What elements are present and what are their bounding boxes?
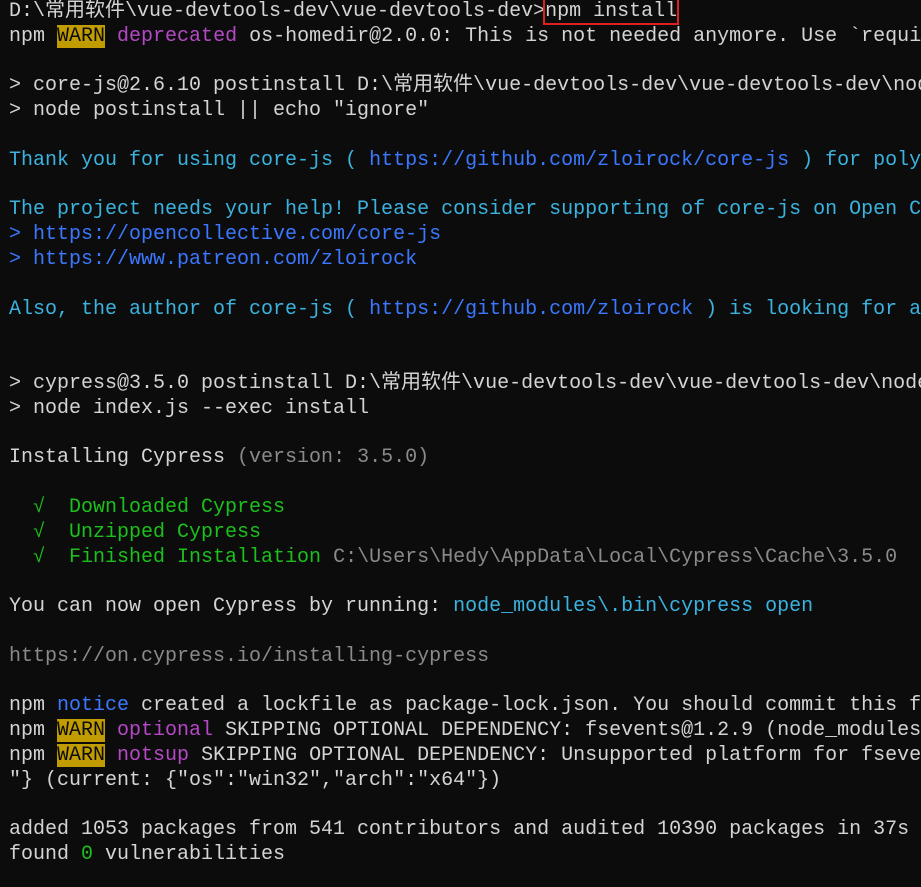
version-text: (version: 3.5.0) bbox=[237, 446, 430, 470]
terminal-line: > https://opencollective.com/core-js bbox=[0, 223, 921, 248]
terminal-line: > node postinstall || echo "ignore" bbox=[0, 99, 921, 124]
terminal-line: https://on.cypress.io/installing-cypress bbox=[0, 645, 921, 670]
log-text: SKIPPING OPTIONAL DEPENDENCY: Unsupporte… bbox=[201, 743, 921, 767]
url-link[interactable]: > https://opencollective.com/core-js bbox=[9, 223, 441, 246]
url-link[interactable]: https://on.cypress.io/installing-cypress bbox=[9, 645, 489, 668]
log-text: npm bbox=[9, 694, 58, 718]
log-text: > cypress@3.5.0 postinstall D:\常用软件\vue-… bbox=[9, 371, 921, 395]
deprecated-label: deprecated bbox=[117, 24, 238, 48]
log-text: "} (current: {"os":"win32","arch":"x64"}… bbox=[9, 768, 502, 792]
log-text: vulnerabilities bbox=[93, 843, 286, 867]
warn-badge: WARN bbox=[57, 24, 106, 48]
terminal-line-empty bbox=[0, 570, 921, 595]
terminal-line-empty bbox=[0, 471, 921, 496]
prompt-path: D:\常用软件\vue-devtools-dev\vue-devtools-de… bbox=[9, 0, 546, 23]
terminal-line-empty bbox=[0, 124, 921, 149]
command-text: npm install bbox=[543, 0, 680, 25]
terminal-line-prompt: D:\常用软件\vue-devtools-dev\vue-devtools-de… bbox=[0, 0, 921, 25]
log-text: SKIPPING OPTIONAL DEPENDENCY: fsevents@1… bbox=[225, 719, 921, 743]
terminal-line: The project needs your help! Please cons… bbox=[0, 198, 921, 223]
terminal-line: You can now open Cypress by running: nod… bbox=[0, 595, 921, 620]
terminal-line: > cypress@3.5.0 postinstall D:\常用软件\vue-… bbox=[0, 372, 921, 397]
terminal-line: found 0 vulnerabilities bbox=[0, 843, 921, 868]
terminal-line: √ Downloaded Cypress bbox=[0, 496, 921, 521]
log-text: npm bbox=[9, 743, 58, 767]
terminal-line-empty bbox=[0, 322, 921, 347]
log-text: created a lockfile as package-lock.json.… bbox=[129, 694, 921, 718]
terminal-line-empty bbox=[0, 273, 921, 298]
terminal-line: npm WARN optional SKIPPING OPTIONAL DEPE… bbox=[0, 719, 921, 744]
check-item: √ Unzipped Cypress bbox=[9, 520, 262, 544]
terminal-line: > node index.js --exec install bbox=[0, 397, 921, 422]
notsup-label: notsup bbox=[117, 743, 190, 767]
terminal-line-empty bbox=[0, 620, 921, 645]
terminal-line: > https://www.patreon.com/zloirock bbox=[0, 248, 921, 273]
log-text: npm bbox=[9, 24, 58, 48]
terminal-line: √ Finished Installation C:\Users\Hedy\Ap… bbox=[0, 546, 921, 571]
log-text: Installing Cypress bbox=[9, 446, 238, 470]
terminal-line: added 1053 packages from 541 contributor… bbox=[0, 818, 921, 843]
terminal-line: npm WARN notsup SKIPPING OPTIONAL DEPEND… bbox=[0, 743, 921, 769]
check-item: √ Downloaded Cypress bbox=[9, 495, 286, 519]
check-item: √ Finished Installation bbox=[9, 545, 334, 569]
log-text: You can now open Cypress by running: bbox=[9, 595, 454, 619]
log-text: Thank you for using core-js ( bbox=[9, 148, 370, 172]
optional-label: optional bbox=[117, 719, 214, 743]
log-text: os-homedir@2.0.0: This is not needed any… bbox=[249, 24, 921, 48]
terminal-line: Also, the author of core-js ( https://gi… bbox=[0, 298, 921, 323]
terminal-line-empty bbox=[0, 347, 921, 372]
log-text: found bbox=[9, 843, 82, 867]
warn-badge: WARN bbox=[57, 719, 106, 743]
terminal-window[interactable]: D:\常用软件\vue-devtools-dev\vue-devtools-de… bbox=[0, 0, 921, 887]
log-text: Also, the author of core-js ( bbox=[9, 297, 370, 321]
terminal-line-empty bbox=[0, 50, 921, 75]
terminal-line: "} (current: {"os":"win32","arch":"x64"}… bbox=[0, 769, 921, 794]
log-text: ) for polyfilling JavaScript standard li… bbox=[801, 148, 921, 172]
url-link[interactable]: https://github.com/zloirock/core-js bbox=[369, 149, 789, 172]
url-link[interactable]: https://github.com/zloirock bbox=[369, 298, 693, 321]
terminal-line: Installing Cypress (version: 3.5.0) bbox=[0, 446, 921, 471]
terminal-line: √ Unzipped Cypress bbox=[0, 521, 921, 546]
notice-label: notice bbox=[57, 694, 130, 718]
path-text: C:\Users\Hedy\AppData\Local\Cypress\Cach… bbox=[333, 545, 898, 569]
log-text: > node index.js --exec install bbox=[9, 396, 370, 420]
vulnerability-count: 0 bbox=[81, 843, 94, 867]
terminal-line-empty bbox=[0, 422, 921, 447]
log-text: npm bbox=[9, 719, 58, 743]
log-text: > node postinstall || echo "ignore" bbox=[9, 99, 430, 123]
terminal-line: npm WARN deprecated os-homedir@2.0.0: Th… bbox=[0, 24, 921, 50]
terminal-line-empty bbox=[0, 670, 921, 695]
terminal-line: > core-js@2.6.10 postinstall D:\常用软件\vue… bbox=[0, 74, 921, 99]
log-text: > core-js@2.6.10 postinstall D:\常用软件\vue… bbox=[9, 74, 921, 98]
terminal-line: npm notice created a lockfile as package… bbox=[0, 694, 921, 719]
url-link[interactable]: > https://www.patreon.com/zloirock bbox=[9, 248, 417, 271]
terminal-line: Thank you for using core-js ( https://gi… bbox=[0, 149, 921, 174]
terminal-line-empty bbox=[0, 174, 921, 199]
terminal-line-empty bbox=[0, 794, 921, 819]
log-text: ) is looking for a good job -) bbox=[705, 297, 921, 321]
log-text: The project needs your help! Please cons… bbox=[9, 198, 921, 222]
command-hint: node_modules\.bin\cypress open bbox=[453, 595, 814, 619]
warn-badge: WARN bbox=[57, 743, 106, 767]
log-text: added 1053 packages from 541 contributor… bbox=[9, 818, 910, 842]
